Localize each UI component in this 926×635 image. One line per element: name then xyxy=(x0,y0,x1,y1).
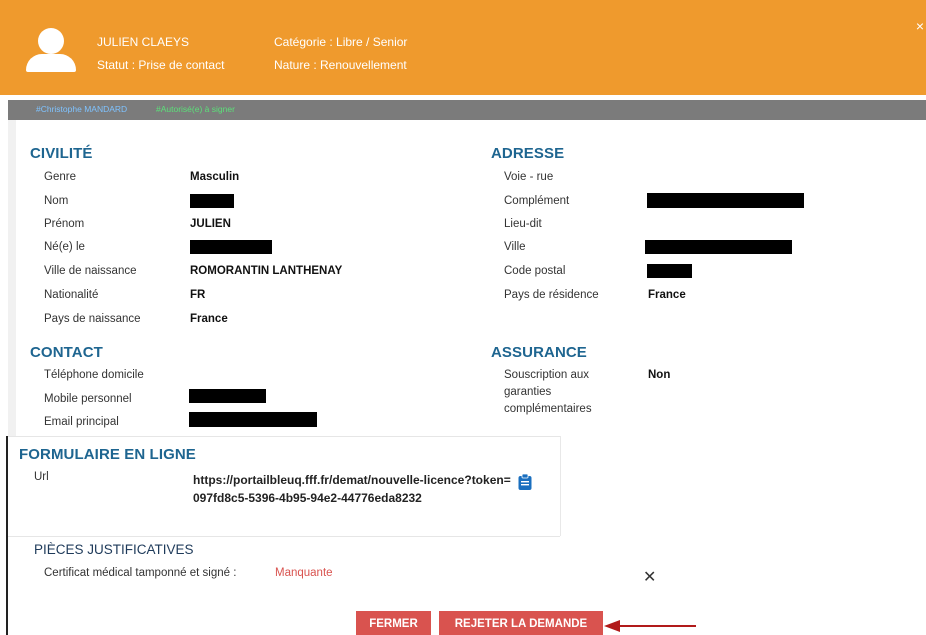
arrow-annotation-icon xyxy=(604,620,696,632)
redacted-email xyxy=(189,412,317,427)
field-value-birth-country: France xyxy=(190,313,228,325)
close-icon[interactable]: × xyxy=(916,18,924,34)
field-value-birthplace: ROMORANTIN LANTHENAY xyxy=(190,265,343,277)
field-label: Téléphone domicile xyxy=(44,369,144,381)
field-value-genre: Masculin xyxy=(190,171,240,183)
field-label: Pays de résidence xyxy=(504,289,599,301)
field-label: Mobile personnel xyxy=(44,393,132,405)
section-title-civilite: CIVILITÉ xyxy=(30,145,93,162)
field-label: Nom xyxy=(44,195,69,207)
authorized-tag[interactable]: #Autorisé(e) à signer xyxy=(156,104,235,114)
section-divider xyxy=(8,436,560,437)
field-label: Pays de naissance xyxy=(44,313,141,325)
field-label: Voie - rue xyxy=(504,171,554,183)
field-label: Email principal xyxy=(44,416,119,428)
redacted-postal-code xyxy=(647,264,692,278)
category-text: Catégorie : Libre / Senior xyxy=(274,35,408,49)
field-label: Lieu-dit xyxy=(504,218,542,230)
form-url-value[interactable]: https://portailbleuq.fff.fr/demat/nouvel… xyxy=(193,471,513,507)
remove-document-icon[interactable]: ✕ xyxy=(643,567,656,587)
field-label: Souscription aux xyxy=(504,369,590,381)
field-value-nationality: FR xyxy=(190,289,206,301)
nature-text: Nature : Renouvellement xyxy=(274,58,407,72)
player-name: JULIEN CLAEYS xyxy=(97,35,190,49)
section-title-contact: CONTACT xyxy=(30,344,103,361)
tags-bar: #Christophe MANDARD #Autorisé(e) à signe… xyxy=(8,100,926,120)
status-text: Statut : Prise de contact xyxy=(97,58,225,72)
section-divider xyxy=(8,536,560,537)
user-avatar-icon xyxy=(26,28,76,74)
field-value-residence-country: France xyxy=(648,289,686,301)
field-label-url: Url xyxy=(34,471,49,483)
agent-tag[interactable]: #Christophe MANDARD xyxy=(36,104,127,114)
clipboard-icon[interactable] xyxy=(518,474,532,490)
redacted-mobile xyxy=(189,389,266,403)
section-title-formulaire: FORMULAIRE EN LIGNE xyxy=(19,446,196,463)
redacted-nom xyxy=(190,194,234,208)
document-label: Certificat médical tamponné et signé : xyxy=(44,567,237,579)
field-label: Genre xyxy=(44,171,76,183)
field-label: Né(e) le xyxy=(44,241,85,253)
section-title-assurance: ASSURANCE xyxy=(491,344,587,361)
field-label: Code postal xyxy=(504,265,566,277)
field-value-insurance: Non xyxy=(648,369,671,381)
redacted-birthdate xyxy=(190,240,272,254)
redacted-complement xyxy=(647,193,804,208)
section-divider xyxy=(560,436,561,536)
field-label: Nationalité xyxy=(44,289,99,301)
field-label: garanties xyxy=(504,386,552,398)
redacted-ville xyxy=(645,240,792,254)
document-status: Manquante xyxy=(275,567,333,579)
close-button[interactable]: FERMER xyxy=(356,611,431,635)
field-label: Ville de naissance xyxy=(44,265,137,277)
profile-header: JULIEN CLAEYS Statut : Prise de contact … xyxy=(0,0,926,95)
field-label: Complément xyxy=(504,195,570,207)
panel-border xyxy=(6,436,8,635)
field-value-prenom: JULIEN xyxy=(190,218,231,230)
section-title-pieces: PIÈCES JUSTIFICATIVES xyxy=(34,542,194,557)
card-edge xyxy=(8,120,16,436)
field-label: Ville xyxy=(504,241,526,253)
field-label: Prénom xyxy=(44,218,85,230)
reject-request-button[interactable]: REJETER LA DEMANDE xyxy=(439,611,603,635)
field-label: complémentaires xyxy=(504,403,592,415)
section-title-adresse: ADRESSE xyxy=(491,145,565,162)
